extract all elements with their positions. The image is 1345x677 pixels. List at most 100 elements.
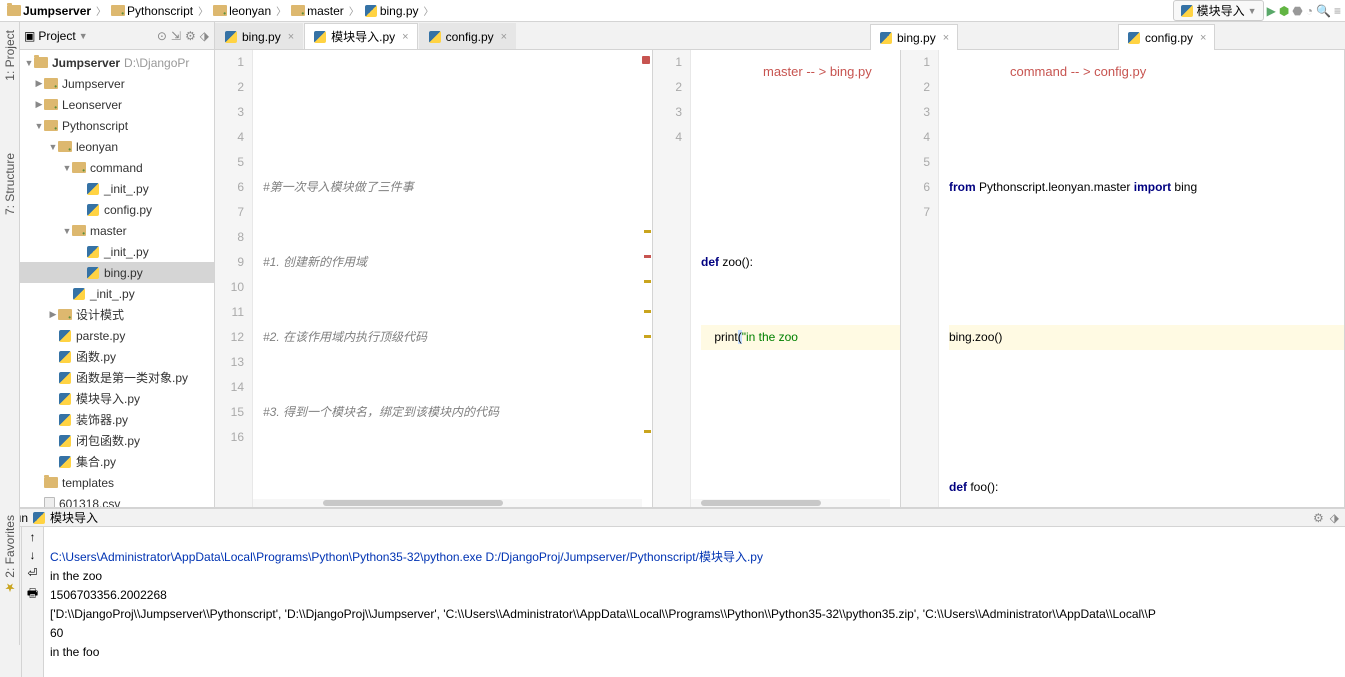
tree-node[interactable]: ▶templates: [20, 472, 214, 493]
chevron-right-icon: 〉: [349, 3, 359, 18]
editor-pane-2: 1234 def zoo(): print("in the zoo: [653, 50, 901, 507]
node-label: config.py: [104, 203, 152, 217]
python-file-icon: [1127, 31, 1141, 45]
tab-project[interactable]: 1: Project: [1, 26, 19, 85]
console-output[interactable]: C:\Users\Administrator\AppData\Local\Pro…: [44, 527, 1345, 677]
print-icon[interactable]: 🖶: [27, 584, 38, 605]
crumb-label: bing.py: [380, 4, 419, 18]
crumb-seg[interactable]: leonyan: [210, 3, 274, 19]
tree-node[interactable]: ▼master: [20, 220, 214, 241]
editor-tab[interactable]: bing.py×: [215, 23, 303, 49]
tree-node-selected[interactable]: ▶bing.py: [20, 262, 214, 283]
tree-node[interactable]: ▼leonyan: [20, 136, 214, 157]
python-file-icon: [58, 371, 72, 385]
project-tree[interactable]: ▼JumpserverD:\DjangoPr ▶Jumpserver ▶Leon…: [20, 50, 214, 507]
hide-icon[interactable]: ⬗: [1330, 511, 1339, 525]
python-file-icon: [364, 4, 378, 18]
tree-node[interactable]: ▶Jumpserver: [20, 73, 214, 94]
tree-node[interactable]: ▶集合.py: [20, 451, 214, 472]
tree-node[interactable]: ▶模块导入.py: [20, 388, 214, 409]
node-label: 模块导入.py: [76, 390, 140, 407]
tree-node-root[interactable]: ▼JumpserverD:\DjangoPr: [20, 52, 214, 73]
gutter: 1234: [653, 50, 691, 507]
tab-favorites[interactable]: ★2: Favorites: [1, 511, 19, 599]
node-label: 闭包函数.py: [76, 432, 140, 449]
tree-node[interactable]: ▼command: [20, 157, 214, 178]
run-config-selector[interactable]: 模块导入▼: [1173, 0, 1264, 21]
code-area[interactable]: #第一次导入模块做了三件事 #1. 创建新的作用域 #2. 在该作用域内执行顶级…: [253, 50, 652, 507]
tab-label: config.py: [1145, 31, 1193, 45]
close-icon[interactable]: ×: [501, 31, 507, 43]
up-icon[interactable]: ↑: [30, 530, 36, 544]
tree-node[interactable]: ▶Leonserver: [20, 94, 214, 115]
run-tool-column-2: ↑ ↓ ⏎ 🖶: [22, 527, 44, 677]
node-label: Leonserver: [62, 98, 122, 112]
tree-node[interactable]: ▶_init_.py: [20, 241, 214, 262]
node-label: leonyan: [76, 140, 118, 154]
tree-node[interactable]: ▶parste.py: [20, 325, 214, 346]
tree-node[interactable]: ▶_init_.py: [20, 178, 214, 199]
close-icon[interactable]: ×: [288, 31, 294, 43]
coverage-icon[interactable]: ⬣: [1292, 4, 1302, 18]
error-strip[interactable]: [642, 50, 652, 507]
python-file-icon: [58, 434, 72, 448]
close-icon[interactable]: ×: [943, 32, 949, 44]
package-icon: [44, 120, 58, 131]
console-line: 60: [50, 626, 63, 640]
run-panel-header: Run 模块导入 ⚙ ⬗: [0, 509, 1345, 527]
target-icon[interactable]: ⇲: [170, 28, 182, 44]
tree-node[interactable]: ▶装饰器.py: [20, 409, 214, 430]
collapse-icon[interactable]: ⊙: [156, 28, 168, 44]
chevron-right-icon: 〉: [424, 3, 434, 18]
code-editor[interactable]: 1234 def zoo(): print("in the zoo: [653, 50, 900, 507]
crumb-seg-root[interactable]: Jumpserver: [4, 3, 94, 19]
node-label: master: [90, 224, 127, 238]
tree-node[interactable]: ▶_init_.py: [20, 283, 214, 304]
horizontal-scrollbar[interactable]: [691, 499, 890, 507]
debug-icon[interactable]: ⬢: [1279, 4, 1289, 18]
folder-icon: [44, 477, 58, 488]
horizontal-scrollbar[interactable]: [253, 499, 642, 507]
editor-tab-active[interactable]: 模块导入.py×: [304, 23, 417, 49]
code-area[interactable]: def zoo(): print("in the zoo: [691, 50, 900, 507]
list-icon[interactable]: ≡: [1334, 4, 1341, 18]
editor-tab-active[interactable]: config.py ×: [1118, 24, 1215, 50]
tree-node[interactable]: ▶601318.csv: [20, 493, 214, 507]
editor-tab[interactable]: config.py×: [419, 23, 516, 49]
crumb-seg[interactable]: master: [288, 3, 347, 19]
profile-icon[interactable]: ◔: [1306, 4, 1313, 18]
crumb-label: leonyan: [229, 4, 271, 18]
node-label: bing.py: [104, 266, 143, 280]
gear-icon[interactable]: ⚙: [1313, 511, 1324, 525]
run-icon[interactable]: ▶: [1267, 4, 1276, 18]
package-icon: [213, 5, 227, 16]
tree-node[interactable]: ▼Pythonscript: [20, 115, 214, 136]
console-line: C:\Users\Administrator\AppData\Local\Pro…: [50, 550, 763, 564]
tab-structure[interactable]: 7: Structure: [1, 149, 19, 219]
tree-node[interactable]: ▶闭包函数.py: [20, 430, 214, 451]
tree-node[interactable]: ▶函数.py: [20, 346, 214, 367]
tree-node[interactable]: ▶config.py: [20, 199, 214, 220]
crumb-seg[interactable]: Pythonscript: [108, 3, 196, 19]
code-area[interactable]: from Pythonscript.leonyan.master import …: [939, 50, 1344, 507]
console-line: ['D:\\DjangoProj\\Jumpserver\\Pythonscri…: [50, 607, 1156, 621]
gutter: 12345678910111213141516: [215, 50, 253, 507]
hide-icon[interactable]: ⬗: [199, 28, 210, 44]
close-icon[interactable]: ×: [402, 31, 408, 43]
run-config-label: 模块导入: [1197, 2, 1245, 19]
down-icon[interactable]: ↓: [30, 548, 36, 562]
code-editor[interactable]: 1234567 from Pythonscript.leonyan.master…: [901, 50, 1344, 507]
editor-tab-active[interactable]: bing.py ×: [870, 24, 958, 50]
search-icon[interactable]: 🔍: [1316, 4, 1331, 18]
file-icon: [44, 497, 55, 507]
crumb-seg-file[interactable]: bing.py: [361, 3, 422, 19]
tab-label: bing.py: [897, 31, 936, 45]
wrap-icon[interactable]: ⏎: [27, 566, 37, 580]
console-line: in the foo: [50, 645, 99, 659]
tree-node[interactable]: ▶设计模式: [20, 304, 214, 325]
chevron-down-icon[interactable]: ▼: [79, 31, 88, 41]
close-icon[interactable]: ×: [1200, 32, 1206, 44]
gear-icon[interactable]: ⚙: [184, 28, 197, 44]
tree-node[interactable]: ▶函数是第一类对象.py: [20, 367, 214, 388]
code-editor[interactable]: 12345678910111213141516 #第一次导入模块做了三件事 #1…: [215, 50, 652, 507]
